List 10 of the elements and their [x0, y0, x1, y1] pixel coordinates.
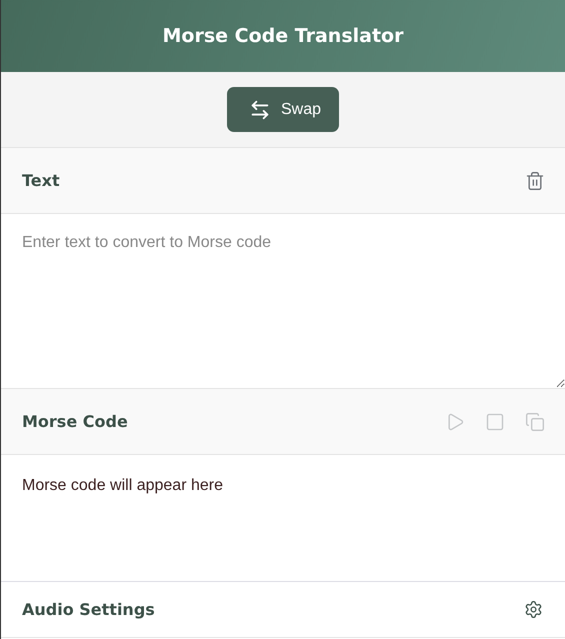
trash-icon[interactable] [525, 170, 545, 190]
swap-arrows-icon [248, 98, 271, 120]
morse-output-text: Morse code will appear here [22, 477, 223, 494]
swap-button[interactable]: Swap [226, 87, 340, 132]
section-title: Audio Settings [22, 600, 156, 619]
audio-settings-row[interactable]: Audio Settings [1, 582, 565, 638]
section-title: Morse Code [22, 412, 129, 431]
settings-icon[interactable] [524, 600, 543, 619]
section-title: Text [22, 171, 61, 190]
app-title: Morse Code Translator [162, 25, 404, 47]
